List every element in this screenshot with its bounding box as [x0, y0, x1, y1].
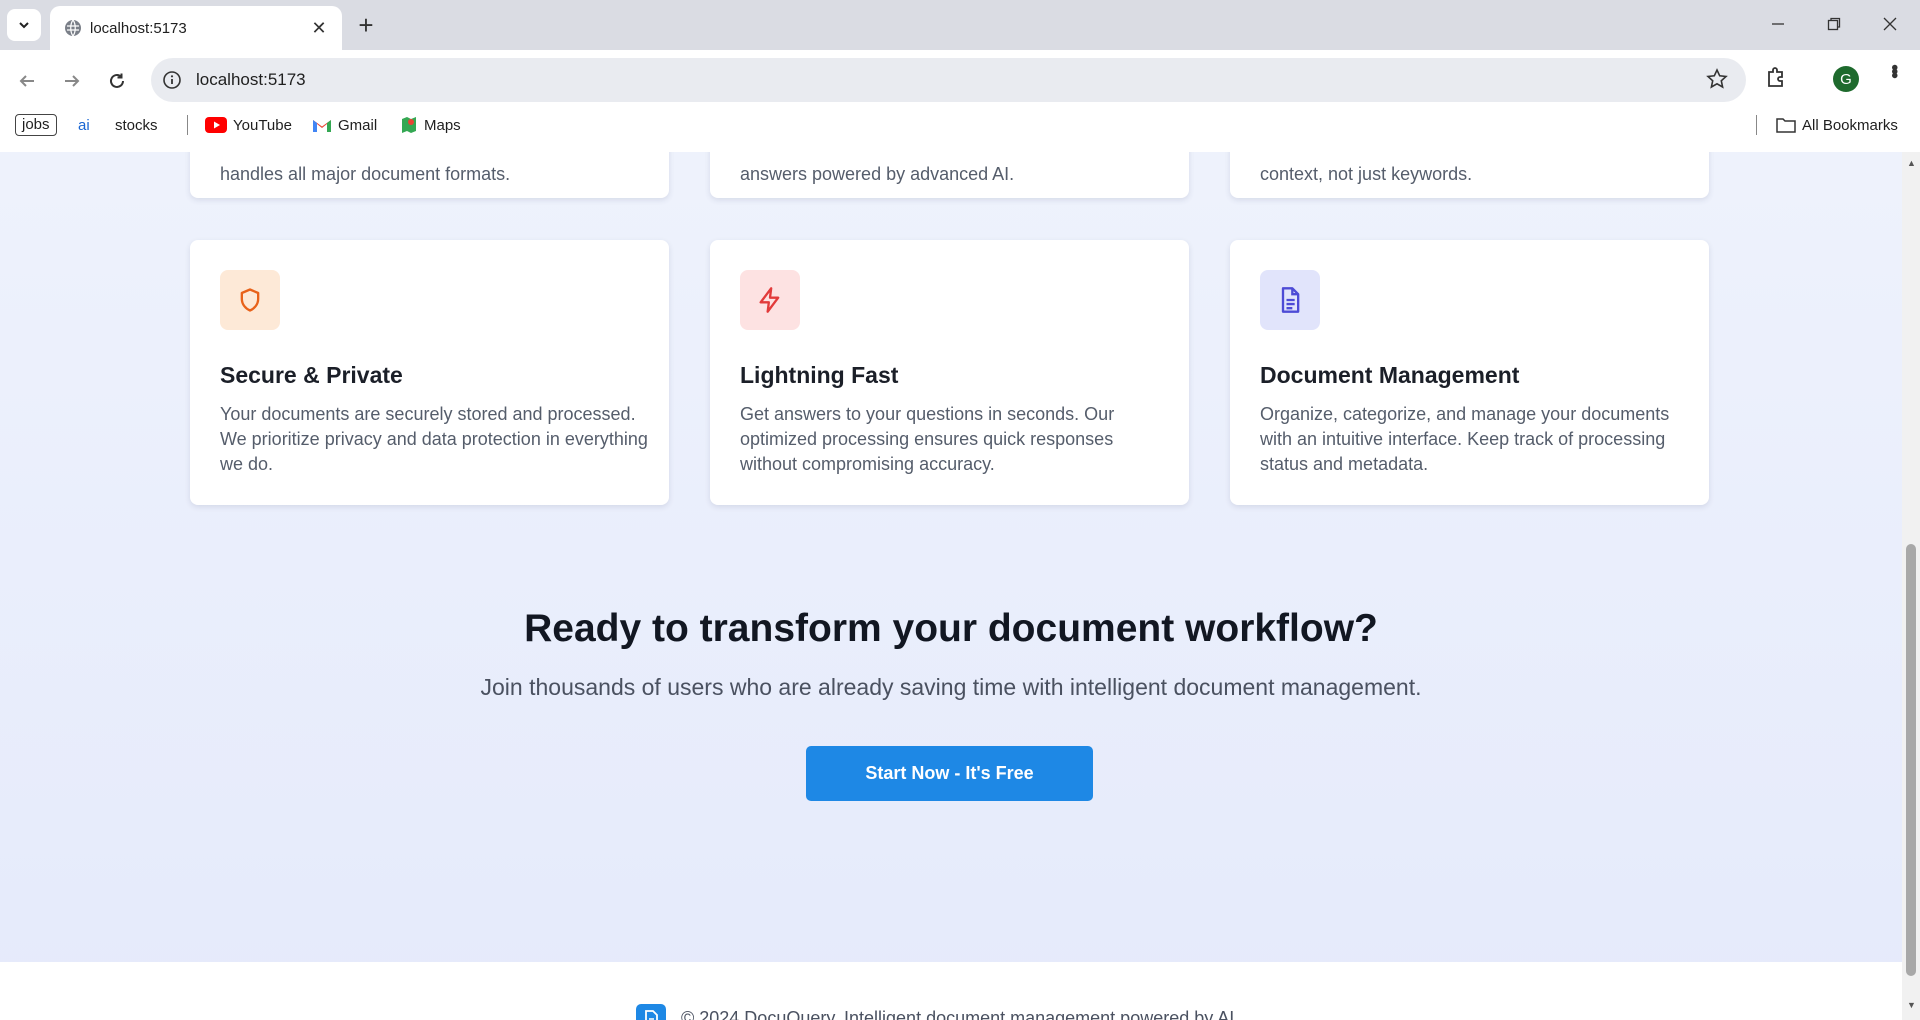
restore-icon	[1827, 17, 1841, 31]
tab-strip: localhost:5173 ✕ +	[0, 0, 1920, 50]
bookmarks-bar: jobs ai stocks YouTube Gmail Maps All Bo…	[0, 108, 1920, 142]
restore-button[interactable]	[1814, 8, 1854, 40]
close-icon	[1883, 17, 1897, 31]
puzzle-icon	[1768, 67, 1783, 87]
document-icon	[1281, 287, 1300, 313]
bookmark-gmail[interactable]: Gmail	[312, 114, 377, 136]
feature-title: Document Management	[1260, 362, 1520, 388]
close-window-button[interactable]	[1870, 8, 1910, 40]
scroll-up-icon[interactable]: ▲	[1907, 158, 1916, 168]
browser-menu-icon[interactable]: •••	[1882, 64, 1905, 76]
bookmark-youtube[interactable]: YouTube	[205, 114, 292, 136]
bookmark-youtube-label: YouTube	[233, 116, 292, 134]
feature-card: answers powered by advanced AI.	[710, 152, 1189, 198]
folder-icon	[1776, 118, 1796, 133]
all-bookmarks-label: All Bookmarks	[1802, 116, 1898, 134]
browser-tab[interactable]: localhost:5173 ✕	[50, 6, 342, 50]
bookmark-maps-label: Maps	[424, 116, 461, 134]
tab-title: localhost:5173	[90, 20, 187, 37]
close-tab-icon[interactable]: ✕	[308, 17, 330, 39]
cta-heading: Ready to transform your document workflo…	[524, 607, 1378, 650]
feature-title: Secure & Private	[220, 362, 403, 388]
bookmark-maps[interactable]: Maps	[400, 114, 461, 136]
bookmark-gmail-label: Gmail	[338, 116, 378, 134]
extensions-button[interactable]	[1765, 65, 1789, 94]
bookmark-stocks[interactable]: stocks	[115, 114, 158, 136]
tab-search-button[interactable]	[7, 9, 41, 41]
lightning-icon	[759, 287, 780, 313]
feature-description: Your documents are securely stored and p…	[220, 404, 648, 474]
cta-subtitle: Join thousands of users who are already …	[480, 674, 1422, 700]
arrow-right-icon	[65, 75, 80, 87]
back-button[interactable]	[10, 64, 44, 98]
feature-card-description: context, not just keywords.	[1260, 164, 1473, 184]
bookmark-jobs[interactable]: jobs	[15, 114, 57, 136]
profile-avatar[interactable]: G	[1833, 66, 1859, 92]
feature-icon-box	[740, 270, 800, 330]
bookmark-ai[interactable]: ai	[78, 114, 90, 136]
footer-copyright: © 2024 DocuQuery. Intelligent document m…	[681, 1008, 1240, 1020]
feature-icon-box	[220, 270, 280, 330]
bookmark-separator	[187, 115, 188, 135]
shield-icon	[240, 288, 260, 312]
feature-card: handles all major document formats.	[190, 152, 669, 198]
logo-icon	[636, 1004, 666, 1020]
new-tab-button[interactable]: +	[352, 12, 380, 40]
page-content: handles all major document formats. answ…	[0, 152, 1902, 1020]
chevron-down-icon	[19, 22, 29, 29]
globe-icon	[65, 19, 81, 37]
bookmark-separator	[1756, 115, 1757, 135]
arrow-left-icon	[19, 75, 34, 87]
gmail-icon	[313, 119, 331, 132]
page-scrollbar[interactable]: ▲ ▼	[1902, 152, 1920, 1020]
site-info-icon[interactable]	[161, 69, 183, 91]
feature-card-description: handles all major document formats.	[220, 164, 511, 184]
footer: © 2024 DocuQuery. Intelligent document m…	[0, 962, 1902, 1020]
reload-button[interactable]	[100, 64, 134, 98]
scroll-down-icon[interactable]: ▼	[1907, 1000, 1916, 1010]
star-icon[interactable]	[1706, 68, 1728, 90]
minimize-icon	[1772, 23, 1784, 25]
minimize-button[interactable]	[1758, 8, 1798, 40]
start-now-button[interactable]: Start Now - It's Free	[806, 746, 1093, 801]
feature-card: context, not just keywords.	[1230, 152, 1709, 198]
feature-card-description: answers powered by advanced AI.	[740, 164, 1015, 184]
url-text[interactable]: localhost:5173	[196, 70, 306, 90]
forward-button[interactable]	[55, 64, 89, 98]
feature-description: Organize, categorize, and manage your do…	[1260, 404, 1670, 474]
maps-icon	[402, 117, 416, 133]
feature-description: Get answers to your questions in seconds…	[740, 404, 1115, 474]
youtube-icon	[205, 117, 227, 133]
feature-icon-box	[1260, 270, 1320, 330]
feature-card-fast: Lightning Fast Get answers to your quest…	[710, 240, 1189, 505]
feature-title: Lightning Fast	[740, 362, 899, 388]
address-bar[interactable]: localhost:5173	[151, 58, 1746, 102]
feature-card-management: Document Management Organize, categorize…	[1230, 240, 1709, 505]
feature-card-secure: Secure & Private Your documents are secu…	[190, 240, 669, 505]
all-bookmarks-button[interactable]: All Bookmarks	[1776, 114, 1898, 136]
reload-icon	[110, 73, 124, 88]
scrollbar-thumb[interactable]	[1906, 544, 1916, 976]
